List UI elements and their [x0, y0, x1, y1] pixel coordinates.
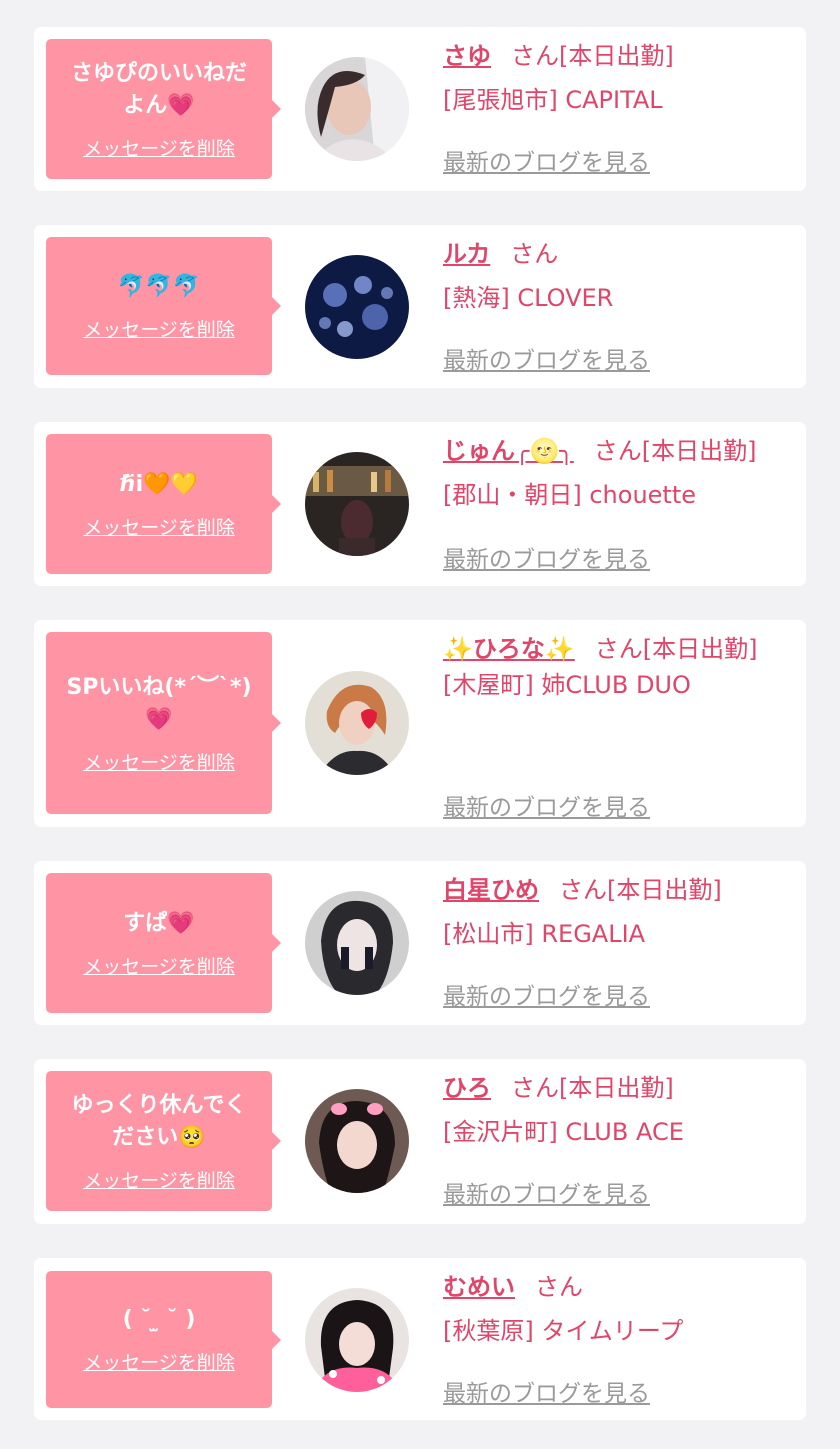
shop-name: [尾張旭市] CAPITAL	[443, 86, 663, 114]
latest-blog-link[interactable]: 最新のブログを見る	[443, 540, 650, 574]
cast-name-link[interactable]: 白星ひめ	[443, 876, 539, 904]
avatar[interactable]	[305, 1089, 409, 1193]
cast-info: むめい さん [秋葉原] タイムリープ 最新のブログを見る	[443, 1268, 788, 1407]
message-bubble: ℏ̈i🧡💛 メッセージを削除	[46, 434, 281, 574]
like-message-list: さゆぴのいいねだ よん💗 メッセージを削除 さゆ さん[本日出勤] [尾張旭市] …	[0, 0, 840, 1449]
attendance-status: [本日出勤]	[642, 635, 758, 663]
delete-message-link[interactable]: メッセージを削除	[83, 134, 235, 161]
attendance-status: [本日出勤]	[559, 1074, 674, 1102]
cast-name-link[interactable]: ルカ	[443, 240, 490, 268]
message-text: 🐬🐬🐬	[117, 273, 201, 299]
avatar[interactable]	[305, 57, 409, 161]
avatar[interactable]	[305, 1288, 409, 1392]
honorific: さん	[510, 240, 559, 268]
message-card: すぱ💗 メッセージを削除 白星ひめ さん[本日出勤] [松山市] REGALIA …	[34, 861, 806, 1025]
honorific: さん	[559, 876, 607, 904]
message-text: さゆぴのいいねだ よん💗	[70, 60, 247, 118]
avatar[interactable]	[305, 671, 409, 775]
cast-name-link[interactable]: ✨ひろな✨	[443, 635, 575, 663]
shop-name: [郡山・朝日] chouette	[443, 481, 697, 509]
attendance-status: [本日出勤]	[607, 876, 722, 904]
message-text: ℏ̈i🧡💛	[120, 471, 198, 497]
latest-blog-link[interactable]: 最新のブログを見る	[443, 788, 650, 822]
shop-name: [秋葉原] タイムリープ	[443, 1317, 684, 1345]
message-text: ( ˘ ̫ ˘ )	[122, 1307, 196, 1332]
honorific: さん	[593, 437, 642, 465]
delete-message-link[interactable]: メッセージを削除	[83, 1166, 235, 1193]
shop-name: [木屋町] 姉CLUB DUO	[443, 671, 691, 699]
jellyfish-photo-icon	[305, 255, 409, 359]
honorific: さん	[594, 635, 643, 663]
message-card: ℏ̈i🧡💛 メッセージを削除 じゅん╭🌝╮ さん[本日出勤] [郡山・朝日] ch…	[34, 422, 806, 586]
delete-message-link[interactable]: メッセージを削除	[83, 315, 235, 342]
shop-name: [松山市] REGALIA	[443, 920, 646, 948]
honorific: さん	[535, 1273, 583, 1301]
avatar-photo-icon	[305, 671, 409, 775]
cast-info: ひろ さん[本日出勤] [金沢片町] CLUB ACE 最新のブログを見る	[443, 1069, 788, 1208]
bar-photo-icon	[305, 452, 409, 556]
latest-blog-link[interactable]: 最新のブログを見る	[443, 1175, 650, 1209]
message-card: SPいいね(*´︶`*) 💗 メッセージを削除 ✨ひろな✨ さん[本日出勤] [木…	[34, 620, 806, 827]
delete-message-link[interactable]: メッセージを削除	[83, 748, 235, 775]
latest-blog-link[interactable]: 最新のブログを見る	[443, 341, 650, 375]
honorific: さん	[511, 42, 559, 70]
delete-message-link[interactable]: メッセージを削除	[83, 513, 235, 540]
shop-name: [熱海] CLOVER	[443, 284, 614, 312]
message-bubble: SPいいね(*´︶`*) 💗 メッセージを削除	[46, 632, 281, 814]
cast-name-link[interactable]: むめい	[443, 1273, 515, 1301]
avatar-photo-icon	[305, 1089, 409, 1193]
cast-name-link[interactable]: さゆ	[443, 42, 491, 70]
delete-message-link[interactable]: メッセージを削除	[83, 1348, 235, 1375]
avatar[interactable]	[305, 255, 409, 359]
cast-info: さゆ さん[本日出勤] [尾張旭市] CAPITAL 最新のブログを見る	[443, 37, 788, 176]
avatar-photo-icon	[305, 1288, 409, 1392]
message-card: ( ˘ ̫ ˘ ) メッセージを削除 むめい さん [秋葉原] タイムリープ 最新…	[34, 1258, 806, 1420]
message-card: 🐬🐬🐬 メッセージを削除 ルカ さん [熱海] CLOVER 最新のブログを見る	[34, 225, 806, 388]
attendance-status: [本日出勤]	[559, 42, 674, 70]
latest-blog-link[interactable]: 最新のブログを見る	[443, 1374, 650, 1408]
avatar[interactable]	[305, 452, 409, 556]
avatar-photo-icon	[305, 57, 409, 161]
cast-name-link[interactable]: じゅん╭🌝╮	[443, 437, 574, 465]
avatar[interactable]	[305, 891, 409, 995]
message-bubble: さゆぴのいいねだ よん💗 メッセージを削除	[46, 39, 281, 179]
avatar-photo-icon	[305, 891, 409, 995]
message-bubble: 🐬🐬🐬 メッセージを削除	[46, 237, 281, 375]
message-card: さゆぴのいいねだ よん💗 メッセージを削除 さゆ さん[本日出勤] [尾張旭市] …	[34, 27, 806, 191]
cast-name-link[interactable]: ひろ	[443, 1074, 491, 1102]
cast-info: ✨ひろな✨ さん[本日出勤] [木屋町] 姉CLUB DUO 最新のブログを見る	[443, 630, 788, 821]
delete-message-link[interactable]: メッセージを削除	[83, 952, 235, 979]
cast-info: 白星ひめ さん[本日出勤] [松山市] REGALIA 最新のブログを見る	[443, 871, 788, 1010]
message-bubble: ゆっくり休んでく ださい🥺 メッセージを削除	[46, 1071, 281, 1211]
attendance-status: [本日出勤]	[641, 437, 757, 465]
message-text: すぱ💗	[123, 910, 195, 936]
message-text: SPいいね(*´︶`*) 💗	[66, 674, 252, 732]
cast-info: ルカ さん [熱海] CLOVER 最新のブログを見る	[443, 235, 788, 374]
shop-name: [金沢片町] CLUB ACE	[443, 1118, 684, 1146]
latest-blog-link[interactable]: 最新のブログを見る	[443, 977, 650, 1011]
honorific: さん	[511, 1074, 559, 1102]
message-bubble: すぱ💗 メッセージを削除	[46, 873, 281, 1013]
latest-blog-link[interactable]: 最新のブログを見る	[443, 143, 650, 177]
message-card: ゆっくり休んでく ださい🥺 メッセージを削除 ひろ さん[本日出勤] [金沢片町]…	[34, 1059, 806, 1224]
cast-info: じゅん╭🌝╮ さん[本日出勤] [郡山・朝日] chouette 最新のブログを見…	[443, 432, 788, 573]
message-bubble: ( ˘ ̫ ˘ ) メッセージを削除	[46, 1271, 281, 1408]
message-text: ゆっくり休んでく ださい🥺	[71, 1092, 247, 1150]
